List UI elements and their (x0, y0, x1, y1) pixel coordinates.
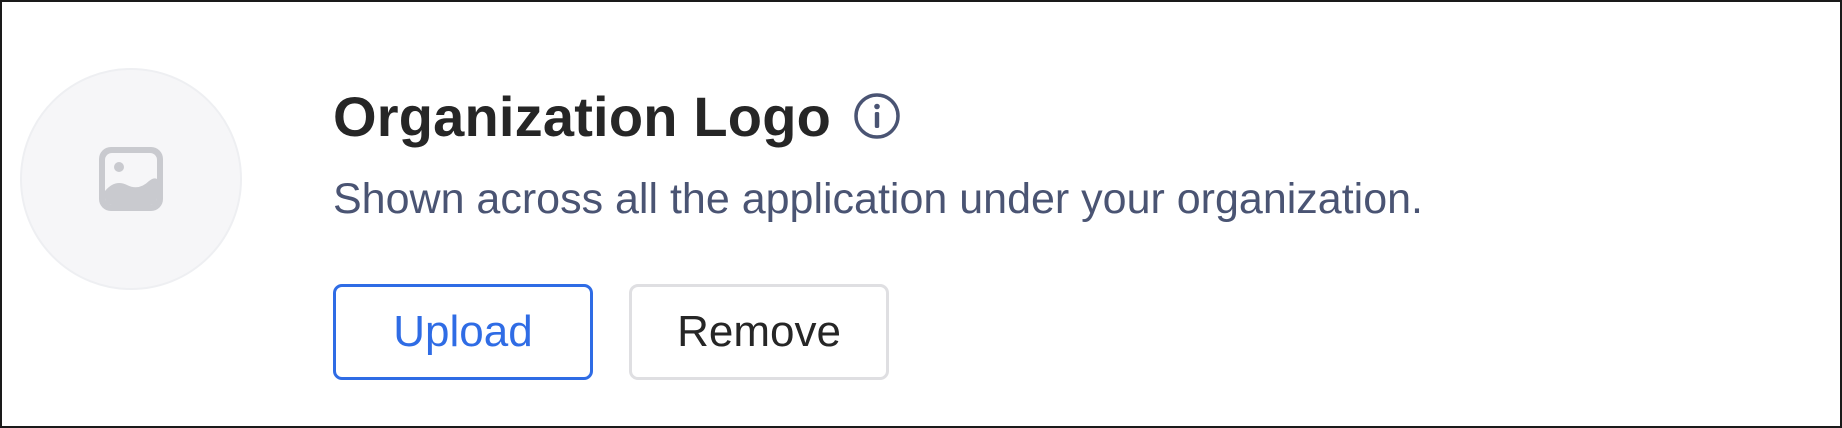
logo-settings-content: Organization Logo Shown across all the a… (333, 78, 1800, 380)
title-row: Organization Logo (333, 78, 1800, 154)
section-title: Organization Logo (333, 84, 832, 148)
organization-logo-card: Organization Logo Shown across all the a… (0, 0, 1842, 428)
image-icon (99, 147, 163, 211)
logo-actions: Upload Remove (333, 283, 1800, 380)
logo-placeholder[interactable] (20, 68, 242, 290)
remove-button[interactable]: Remove (629, 283, 889, 380)
upload-button[interactable]: Upload (333, 283, 593, 380)
info-icon[interactable] (853, 92, 901, 140)
section-description: Shown across all the application under y… (333, 175, 1423, 223)
